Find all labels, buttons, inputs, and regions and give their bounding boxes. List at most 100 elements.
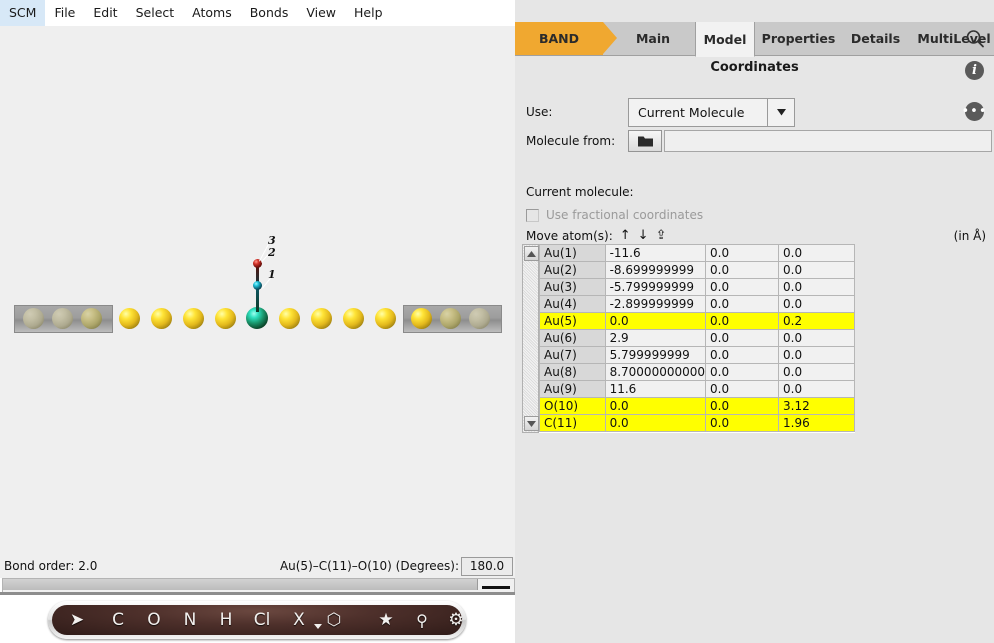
- nitrogen-button[interactable]: N: [176, 605, 204, 635]
- atom-carbon[interactable]: [253, 281, 262, 290]
- oxygen-button[interactable]: O: [140, 605, 168, 635]
- cell-x[interactable]: 11.6: [605, 381, 705, 398]
- table-row[interactable]: Au(1)-11.60.00.0: [540, 245, 855, 262]
- table-row[interactable]: Au(2)-8.6999999990.00.0: [540, 262, 855, 279]
- viewer-canvas[interactable]: 321: [0, 26, 515, 556]
- move-to-top-icon[interactable]: ⇪: [656, 228, 667, 243]
- cell-y[interactable]: 0.0: [706, 313, 779, 330]
- viewer-horizontal-scrollbar[interactable]: [2, 578, 515, 593]
- scrollbar-thumb[interactable]: [3, 579, 478, 590]
- cell-x[interactable]: 2.9: [605, 330, 705, 347]
- cell-x[interactable]: 0.0: [605, 398, 705, 415]
- atom-gold[interactable]: [343, 308, 364, 329]
- cell-z[interactable]: 1.96: [779, 415, 855, 432]
- table-row[interactable]: Au(5)0.00.00.2: [540, 313, 855, 330]
- cell-y[interactable]: 0.0: [706, 330, 779, 347]
- move-up-icon[interactable]: ↑: [620, 228, 631, 243]
- cell-y[interactable]: 0.0: [706, 262, 779, 279]
- scroll-down-icon[interactable]: [524, 416, 539, 431]
- magnifier-icon[interactable]: ⚲: [408, 605, 436, 635]
- tab-main[interactable]: Main: [617, 22, 689, 55]
- fractional-checkbox[interactable]: [526, 209, 539, 222]
- cell-atom[interactable]: Au(9): [540, 381, 606, 398]
- cell-atom[interactable]: Au(1): [540, 245, 606, 262]
- element-dropdown-caret-icon[interactable]: [314, 624, 322, 629]
- cell-atom[interactable]: Au(4): [540, 296, 606, 313]
- chevron-down-icon[interactable]: [767, 99, 794, 126]
- folder-icon[interactable]: [628, 130, 662, 152]
- table-row[interactable]: Au(8)8.700000000000.00.0: [540, 364, 855, 381]
- cell-y[interactable]: 0.0: [706, 398, 779, 415]
- cell-y[interactable]: 0.0: [706, 381, 779, 398]
- atom-image-gold[interactable]: [52, 308, 73, 329]
- star-icon[interactable]: ★: [372, 605, 400, 635]
- cell-atom[interactable]: Au(3): [540, 279, 606, 296]
- cell-x[interactable]: -2.899999999: [605, 296, 705, 313]
- atom-gold[interactable]: [375, 308, 396, 329]
- atom-gold[interactable]: [279, 308, 300, 329]
- menu-item-edit[interactable]: Edit: [84, 0, 126, 26]
- table-row[interactable]: O(10)0.00.03.12: [540, 398, 855, 415]
- cell-x[interactable]: -11.6: [605, 245, 705, 262]
- scroll-up-icon[interactable]: [524, 246, 539, 261]
- table-row[interactable]: Au(6)2.90.00.0: [540, 330, 855, 347]
- menu-item-file[interactable]: File: [45, 0, 84, 26]
- cell-y[interactable]: 0.0: [706, 347, 779, 364]
- cell-z[interactable]: 0.0: [779, 347, 855, 364]
- pointer-icon[interactable]: ➤: [60, 605, 94, 635]
- cell-y[interactable]: 0.0: [706, 279, 779, 296]
- table-row[interactable]: Au(7)5.7999999990.00.0: [540, 347, 855, 364]
- ring-icon[interactable]: ⬡: [320, 605, 348, 635]
- cell-atom[interactable]: C(11): [540, 415, 606, 432]
- atom-gold[interactable]: [311, 308, 332, 329]
- table-row[interactable]: Au(9)11.60.00.0: [540, 381, 855, 398]
- cell-x[interactable]: 5.799999999: [605, 347, 705, 364]
- cell-x[interactable]: -8.699999999: [605, 262, 705, 279]
- cell-atom[interactable]: Au(5): [540, 313, 606, 330]
- info-icon[interactable]: i: [965, 61, 984, 80]
- atom-gold[interactable]: [183, 308, 204, 329]
- cell-x[interactable]: 0.0: [605, 415, 705, 432]
- atom-gold[interactable]: [215, 308, 236, 329]
- angle-value-field[interactable]: 180.0: [461, 557, 513, 576]
- atom-image-gold[interactable]: [469, 308, 490, 329]
- cell-y[interactable]: 0.0: [706, 415, 779, 432]
- chlorine-button[interactable]: Cl: [246, 605, 278, 635]
- cell-z[interactable]: 0.0: [779, 296, 855, 313]
- coordinates-vertical-scrollbar[interactable]: [522, 244, 539, 433]
- cell-atom[interactable]: Au(7): [540, 347, 606, 364]
- table-row[interactable]: C(11)0.00.01.96: [540, 415, 855, 432]
- atom-image-gold[interactable]: [411, 308, 432, 329]
- coordinates-table[interactable]: Au(1)-11.60.00.0Au(2)-8.6999999990.00.0A…: [539, 244, 855, 432]
- other-element-button[interactable]: X: [282, 605, 316, 635]
- cell-z[interactable]: 0.0: [779, 364, 855, 381]
- menu-item-help[interactable]: Help: [345, 0, 392, 26]
- menu-item-select[interactable]: Select: [127, 0, 184, 26]
- menu-item-view[interactable]: View: [297, 0, 345, 26]
- more-options-icon[interactable]: •••: [965, 102, 984, 121]
- cell-x[interactable]: -5.799999999: [605, 279, 705, 296]
- cell-atom[interactable]: Au(8): [540, 364, 606, 381]
- atom-image-gold[interactable]: [440, 308, 461, 329]
- carbon-button[interactable]: C: [104, 605, 132, 635]
- menu-item-scm[interactable]: SCM: [0, 0, 45, 26]
- cell-z[interactable]: 0.0: [779, 245, 855, 262]
- use-select[interactable]: Current Molecule: [628, 98, 795, 127]
- menu-item-atoms[interactable]: Atoms: [183, 0, 241, 26]
- cell-z[interactable]: 0.2: [779, 313, 855, 330]
- tab-properties[interactable]: Properties: [754, 22, 843, 55]
- cell-atom[interactable]: O(10): [540, 398, 606, 415]
- cell-y[interactable]: 0.0: [706, 245, 779, 262]
- fractional-coordinates-row[interactable]: Use fractional coordinates: [526, 208, 703, 222]
- atom-image-gold[interactable]: [23, 308, 44, 329]
- cell-atom[interactable]: Au(2): [540, 262, 606, 279]
- cell-z[interactable]: 3.12: [779, 398, 855, 415]
- cell-z[interactable]: 0.0: [779, 330, 855, 347]
- menu-item-bonds[interactable]: Bonds: [241, 0, 298, 26]
- table-row[interactable]: Au(4)-2.8999999990.00.0: [540, 296, 855, 313]
- cell-z[interactable]: 0.0: [779, 279, 855, 296]
- cell-z[interactable]: 0.0: [779, 262, 855, 279]
- atom-gold[interactable]: [119, 308, 140, 329]
- atom-image-gold[interactable]: [81, 308, 102, 329]
- cell-atom[interactable]: Au(6): [540, 330, 606, 347]
